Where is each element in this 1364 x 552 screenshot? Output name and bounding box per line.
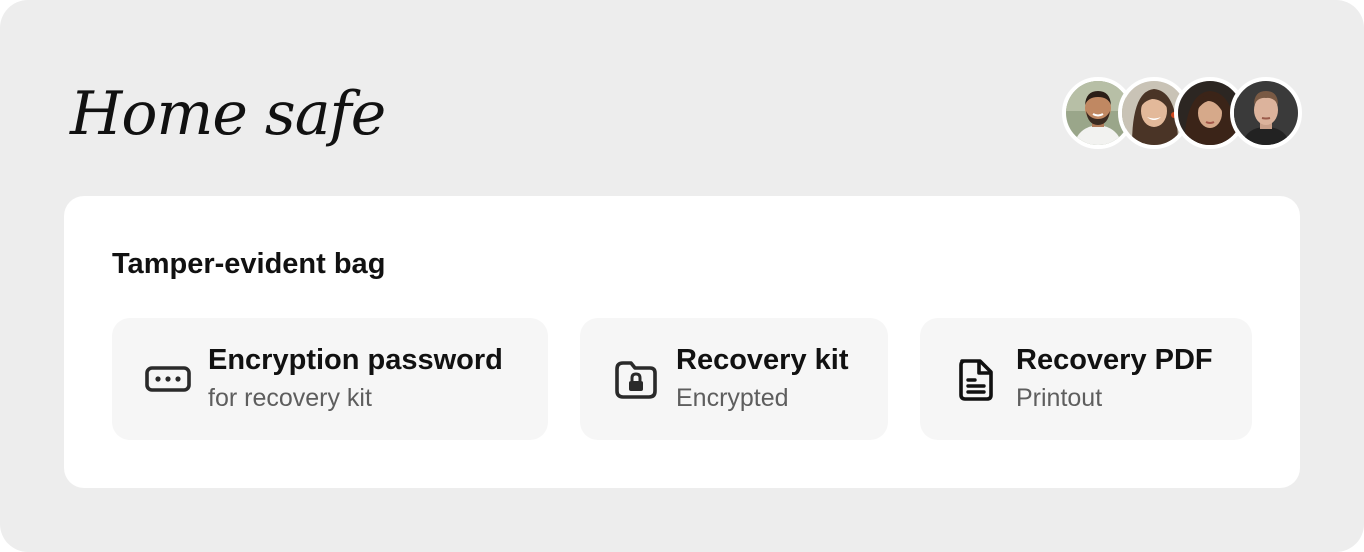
bag-item-encryption-password[interactable]: Encryption password for recovery kit [112,318,548,440]
bag-item-recovery-pdf[interactable]: Recovery PDF Printout [920,318,1252,440]
bag-item-recovery-kit[interactable]: Recovery kit Encrypted [580,318,888,440]
bag-title: Tamper-evident bag [112,248,386,280]
item-subtitle: for recovery kit [208,384,372,412]
avatar[interactable] [1230,77,1302,149]
item-title: Encryption password [208,344,503,376]
password-dots-icon [144,355,192,403]
document-icon [952,355,1000,403]
item-subtitle: Encrypted [676,384,789,412]
item-subtitle: Printout [1016,384,1103,412]
item-title: Recovery kit [676,344,849,376]
bag-card: Tamper-evident bag Encryption password f… [64,196,1300,488]
safe-title: Home safe [70,79,386,149]
locked-folder-icon [612,355,660,403]
safe-panel: Home safe Tamper-evident bag Encryption … [0,0,1364,552]
item-title: Recovery PDF [1016,344,1213,376]
member-avatars[interactable] [1062,77,1306,151]
